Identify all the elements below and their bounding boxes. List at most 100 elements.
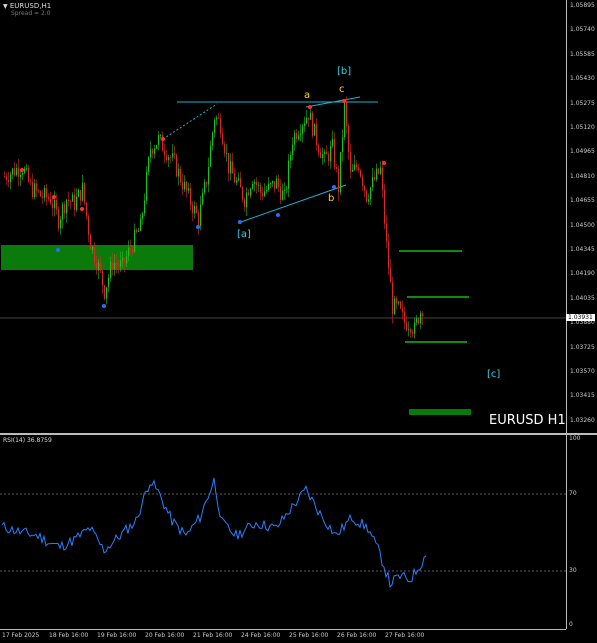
- rsi-pane[interactable]: RSI(14) 36.8759: [0, 435, 566, 629]
- candle-body: [84, 182, 86, 203]
- candle-body: [124, 257, 126, 264]
- time-axis[interactable]: 17 Feb 2025 18 Feb 16:00 19 Feb 16:00 20 Fe…: [0, 629, 566, 643]
- candle-body: [78, 189, 80, 197]
- candle-body: [330, 146, 332, 162]
- candle-body: [386, 223, 388, 242]
- candle-body: [126, 256, 128, 264]
- candle-body: [384, 189, 386, 224]
- candle-body: [172, 153, 174, 158]
- candle-body: [376, 168, 378, 180]
- candle-body: [230, 161, 232, 174]
- candle-body: [194, 205, 196, 214]
- candle-body: [422, 313, 424, 317]
- candle-body: [38, 190, 40, 192]
- price-chart[interactable]: [0, 0, 566, 433]
- candle-body: [20, 174, 22, 178]
- candle-body: [66, 199, 68, 214]
- candle-body: [182, 182, 184, 190]
- candle-body: [10, 174, 12, 182]
- candle-body: [236, 180, 238, 183]
- chevron-down-icon[interactable]: ▼: [3, 3, 8, 10]
- candle-body: [274, 181, 276, 189]
- candle-body: [266, 189, 268, 192]
- price-axis-label: 1.03725: [570, 343, 595, 351]
- candle-body: [48, 197, 50, 199]
- candle-body: [26, 167, 28, 169]
- symbol-header[interactable]: ▼ EURUSD,H1: [3, 2, 51, 10]
- candle-body: [408, 329, 410, 331]
- time-axis-label: 19 Feb 16:00: [97, 632, 137, 639]
- candle-body: [242, 187, 244, 200]
- candle-body: [58, 209, 60, 229]
- fractal-marker-low: [332, 185, 336, 189]
- candle-body: [228, 152, 230, 174]
- fractal-marker-high: [161, 137, 165, 141]
- time-axis-label: 27 Feb 16:00: [385, 632, 425, 639]
- candle-body: [246, 192, 248, 208]
- candle-body: [214, 119, 216, 133]
- candle-body: [310, 112, 312, 120]
- main-chart-area[interactable]: ▼ EURUSD,H1 Spread = 2.0 [b] a c b [a] […: [0, 0, 566, 433]
- target-zone: [409, 409, 471, 415]
- chart-watermark: EURUSD H1: [489, 413, 566, 428]
- wave-label-b: b: [328, 193, 335, 204]
- price-axis-label: 1.04810: [570, 172, 595, 180]
- candle-body: [212, 132, 214, 146]
- candle-body: [360, 170, 362, 177]
- candle-body: [256, 182, 258, 186]
- candle-body: [88, 216, 90, 235]
- candle-body: [98, 262, 100, 271]
- candle-body: [56, 200, 58, 210]
- candle-body: [40, 190, 42, 197]
- candle-body: [150, 149, 152, 158]
- candle-body: [400, 301, 402, 309]
- candle-body: [380, 167, 382, 174]
- candle-body: [286, 188, 288, 190]
- candle-body: [316, 123, 318, 146]
- candle-body: [64, 204, 66, 214]
- candle-body: [202, 192, 204, 205]
- candle-body: [406, 322, 408, 331]
- candle-body: [238, 178, 240, 181]
- candle-body: [382, 167, 384, 190]
- candle-body: [280, 186, 282, 200]
- price-axis-label: 1.05740: [570, 26, 595, 34]
- candle-body: [320, 152, 322, 158]
- candle-body: [324, 151, 326, 155]
- candle-body: [90, 234, 92, 250]
- price-axis-label: 1.05895: [570, 2, 595, 9]
- candle-body: [42, 196, 44, 198]
- candle-body: [12, 168, 14, 175]
- candle-body: [398, 301, 400, 304]
- candle-body: [138, 230, 140, 232]
- candle-body: [112, 261, 114, 270]
- candle-body: [8, 180, 10, 182]
- candle-body: [144, 200, 146, 214]
- candle-body: [346, 101, 348, 126]
- candle-body: [370, 187, 372, 200]
- candle-body: [210, 145, 212, 167]
- candle-body: [304, 123, 306, 127]
- fractal-marker-high: [342, 99, 346, 103]
- candle-body: [118, 264, 120, 267]
- fractal-marker-low: [196, 225, 200, 229]
- rsi-label: RSI(14) 36.8759: [3, 437, 52, 444]
- candle-body: [50, 198, 52, 204]
- time-axis-label: 24 Feb 16:00: [241, 632, 281, 639]
- candle-body: [258, 185, 260, 186]
- wave-label-c: c: [339, 84, 345, 95]
- price-axis[interactable]: 1.05895 1.05740 1.05585 1.05430 1.05275 1.051…: [566, 0, 597, 433]
- candle-body: [28, 167, 30, 182]
- candle-body: [296, 133, 298, 139]
- candle-body: [420, 313, 422, 324]
- candle-body: [142, 213, 144, 219]
- candle-body: [184, 181, 186, 190]
- candle-body: [16, 168, 18, 176]
- fractal-marker-high: [52, 195, 56, 199]
- candle-body: [22, 172, 24, 175]
- wave-label-a: a: [304, 90, 311, 101]
- candle-body: [24, 168, 26, 173]
- candle-body: [188, 188, 190, 191]
- wave-label-a-bracket: [a]: [237, 229, 251, 240]
- candle-body: [418, 318, 420, 324]
